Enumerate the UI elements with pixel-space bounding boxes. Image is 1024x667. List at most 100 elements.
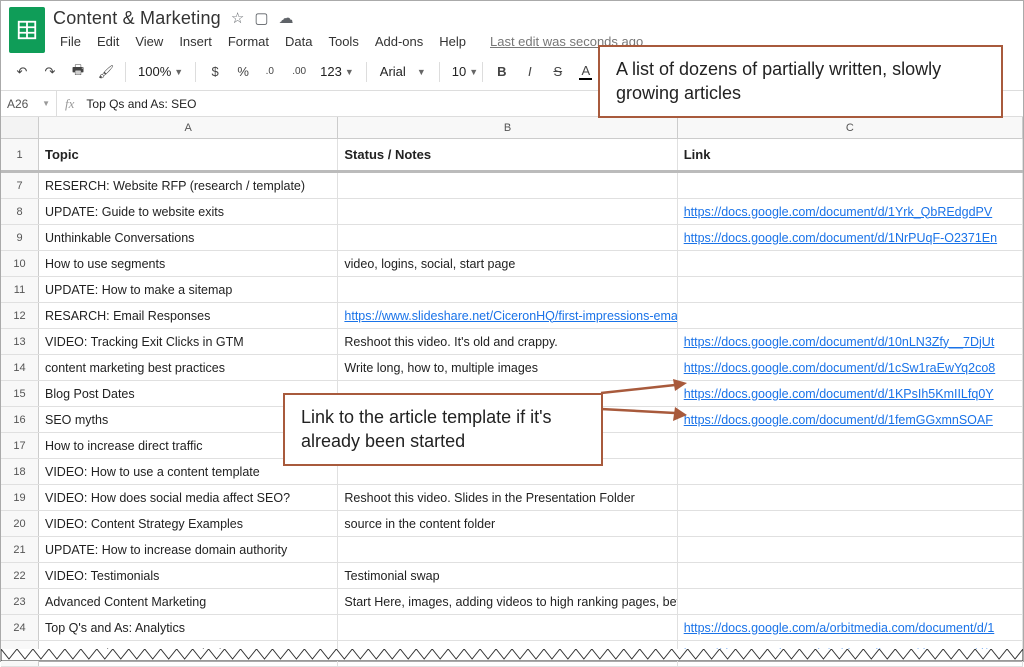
cell-status[interactable] [338,199,677,224]
formula-input[interactable]: Top Qs and As: SEO [82,97,196,111]
row-header[interactable]: 11 [1,277,39,302]
cell-status[interactable]: Write long, how to, multiple images [338,355,677,380]
row-header[interactable]: 18 [1,459,39,484]
cell-topic[interactable]: How to use segments [39,251,338,276]
row-header[interactable]: 16 [1,407,39,432]
cell-link[interactable] [678,277,1023,302]
menu-view[interactable]: View [128,31,170,52]
row-header[interactable]: 22 [1,563,39,588]
text-color-button[interactable]: A [573,59,599,85]
zoom-dropdown[interactable]: 100%▼ [132,59,189,85]
menu-tools[interactable]: Tools [321,31,365,52]
currency-button[interactable]: $ [202,59,228,85]
cloud-icon[interactable]: ☁ [279,9,294,27]
row-header[interactable]: 8 [1,199,39,224]
cell-topic[interactable]: RESERCH: Website RFP (research / templat… [39,173,338,198]
cell-link[interactable] [678,173,1023,198]
cell-status[interactable]: Start Here, images, adding videos to hig… [338,589,677,614]
cell-link[interactable] [678,459,1023,484]
cell-topic[interactable]: Advanced Content Marketing [39,589,338,614]
cell-link[interactable] [678,511,1023,536]
font-dropdown[interactable]: Arial▼ [373,59,433,85]
cell-link[interactable] [678,251,1023,276]
cell-status[interactable] [338,615,677,640]
menu-addons[interactable]: Add-ons [368,31,430,52]
cell-status[interactable]: source in the content folder [338,511,677,536]
cell-topic[interactable]: content marketing best practices [39,355,338,380]
cell-link[interactable]: https://docs.google.com/document/d/1femG… [678,407,1023,432]
cell-status[interactable]: Testimonial swap [338,563,677,588]
select-all-corner[interactable] [1,117,39,138]
increase-decimal-button[interactable]: .00 [286,59,312,85]
cell-status[interactable]: video, logins, social, start page [338,251,677,276]
sheets-icon[interactable] [9,7,45,53]
cell-topic[interactable]: UPDATE: Guide to website exits [39,199,338,224]
redo-icon[interactable]: ↷ [37,59,63,85]
row-header[interactable]: 24 [1,615,39,640]
cell-link[interactable]: https://docs.google.com/document/d/1NrPU… [678,225,1023,250]
decrease-decimal-button[interactable]: .0 [258,59,284,85]
row-header[interactable]: 21 [1,537,39,562]
more-formats-dropdown[interactable]: 123▼ [314,59,360,85]
row-header[interactable]: 13 [1,329,39,354]
cell-topic[interactable]: Unthinkable Conversations [39,225,338,250]
row-header[interactable]: 19 [1,485,39,510]
cell-topic[interactable]: RESARCH: Email Responses [39,303,338,328]
row-header[interactable]: 12 [1,303,39,328]
cell-topic[interactable]: VIDEO: Content Strategy Examples [39,511,338,536]
row-header[interactable]: 10 [1,251,39,276]
menu-file[interactable]: File [53,31,88,52]
column-header-a[interactable]: A [39,117,338,138]
cell-link[interactable] [678,485,1023,510]
column-header-b[interactable]: B [338,117,677,138]
row-header[interactable]: 1 [1,139,39,170]
cell-link[interactable]: https://docs.google.com/document/d/1cSw1… [678,355,1023,380]
row-header[interactable]: 20 [1,511,39,536]
column-header-c[interactable]: C [678,117,1023,138]
cell-status[interactable]: https://www.slideshare.net/CiceronHQ/fir… [338,303,677,328]
percent-button[interactable]: % [230,59,256,85]
row-header[interactable]: 9 [1,225,39,250]
cell-link[interactable] [678,433,1023,458]
cell-link[interactable]: https://docs.google.com/document/d/1KPsI… [678,381,1023,406]
cell-link[interactable] [678,537,1023,562]
row-header[interactable]: 23 [1,589,39,614]
cell-topic[interactable]: VIDEO: Testimonials [39,563,338,588]
cell-topic[interactable]: UPDATE: How to make a sitemap [39,277,338,302]
cell-status[interactable] [338,537,677,562]
row-header[interactable]: 7 [1,173,39,198]
menu-format[interactable]: Format [221,31,276,52]
cell-link[interactable]: https://docs.google.com/document/d/10nLN… [678,329,1023,354]
cell-topic[interactable]: VIDEO: How does social media affect SEO? [39,485,338,510]
star-icon[interactable]: ☆ [231,9,244,27]
cell-link[interactable] [678,303,1023,328]
cell-status[interactable] [338,277,677,302]
cell-link[interactable] [678,589,1023,614]
cell-status[interactable]: Reshoot this video. Slides in the Presen… [338,485,677,510]
cell-status[interactable] [338,173,677,198]
name-box[interactable]: A26 ▼ [1,91,57,116]
cell-link[interactable]: https://docs.google.com/a/orbitmedia.com… [678,615,1023,640]
cell-topic[interactable]: VIDEO: Tracking Exit Clicks in GTM [39,329,338,354]
header-topic[interactable]: Topic [39,139,338,170]
menu-help[interactable]: Help [432,31,473,52]
cell-topic[interactable]: UPDATE: How to increase domain authority [39,537,338,562]
header-link[interactable]: Link [678,139,1023,170]
cell-link[interactable]: https://docs.google.com/document/d/1Yrk_… [678,199,1023,224]
undo-icon[interactable]: ↶ [9,59,35,85]
doc-title[interactable]: Content & Marketing [53,8,221,29]
row-header[interactable]: 15 [1,381,39,406]
header-status[interactable]: Status / Notes [338,139,677,170]
row-header[interactable]: 14 [1,355,39,380]
print-icon[interactable]: 🖶 [65,59,91,85]
cell-link[interactable] [678,563,1023,588]
paint-format-icon[interactable]: 🖌 [93,59,119,85]
strikethrough-button[interactable]: S [545,59,571,85]
menu-insert[interactable]: Insert [172,31,219,52]
menu-edit[interactable]: Edit [90,31,126,52]
cell-topic[interactable]: Top Q's and As: Analytics [39,615,338,640]
menu-data[interactable]: Data [278,31,319,52]
move-icon[interactable]: ▢ [254,9,268,27]
cell-status[interactable] [338,225,677,250]
bold-button[interactable]: B [489,59,515,85]
